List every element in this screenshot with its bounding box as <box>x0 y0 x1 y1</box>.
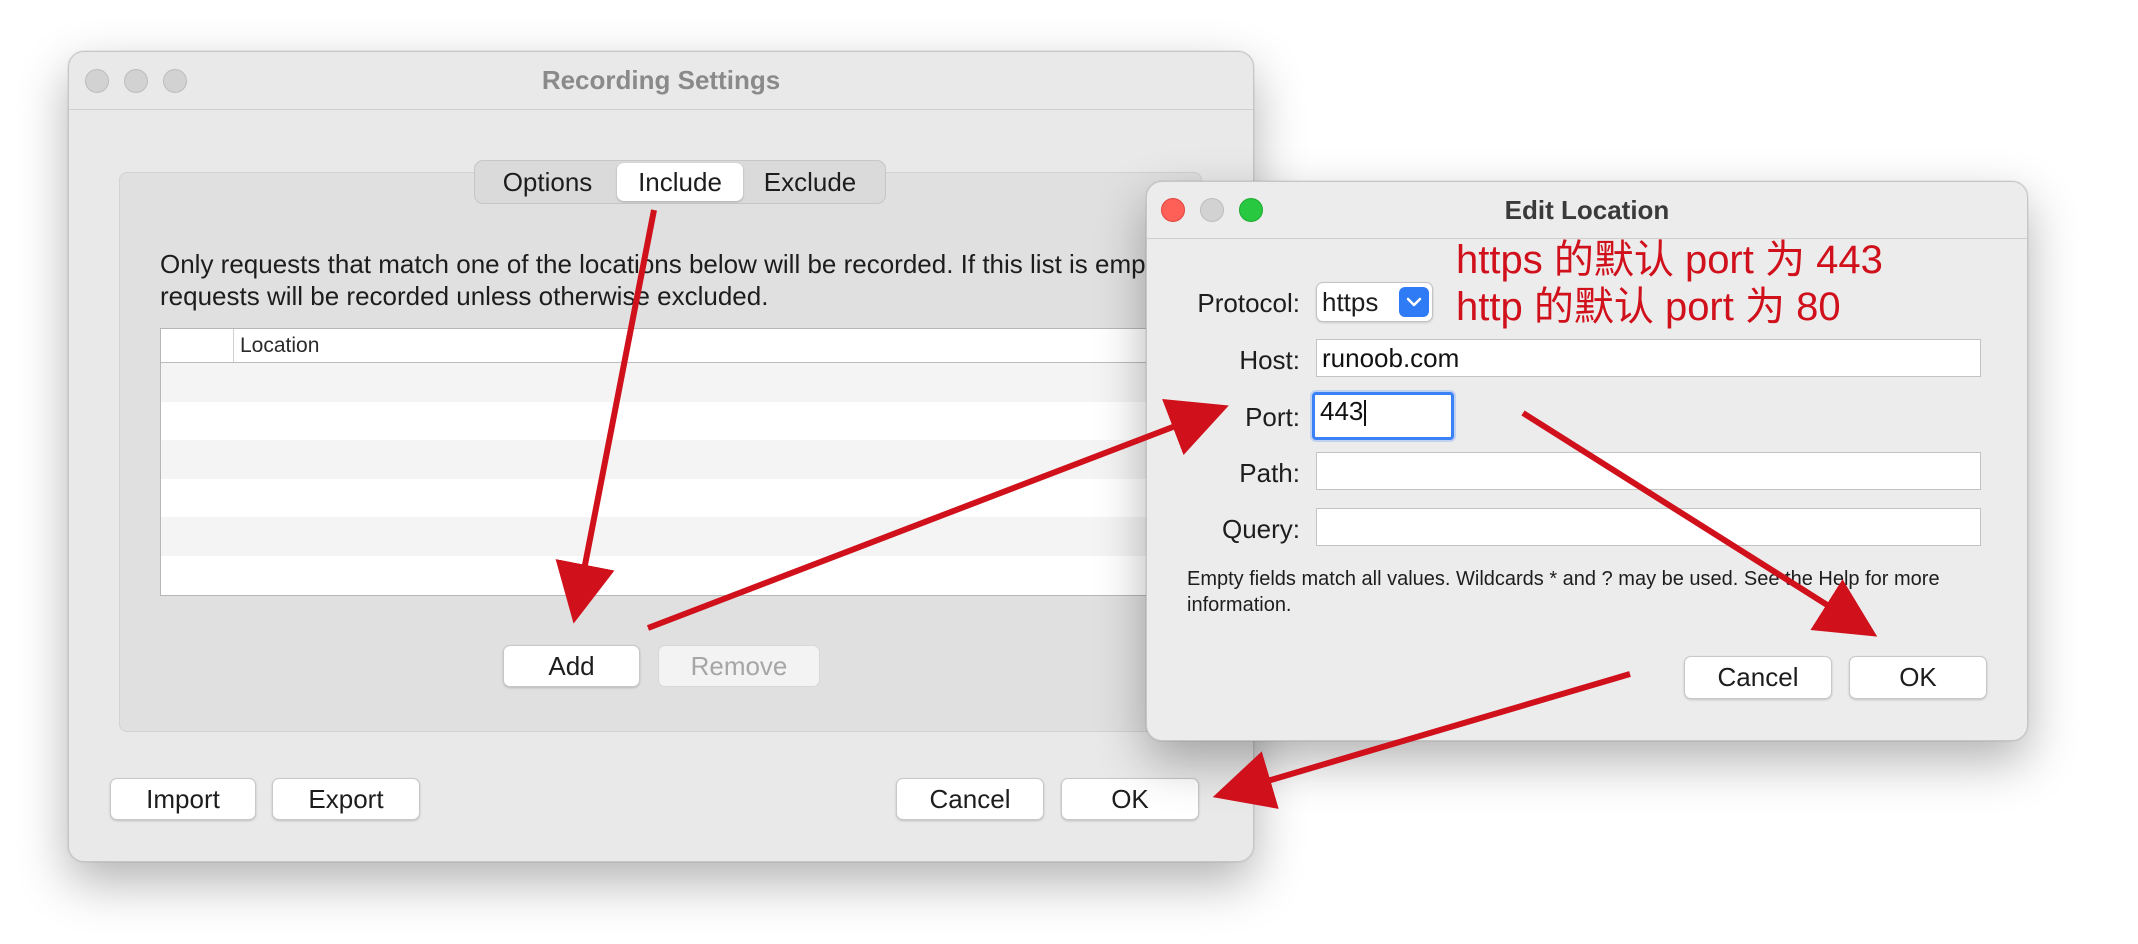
zoom-dialog-button[interactable] <box>1239 198 1263 222</box>
recording-settings-titlebar: Recording Settings <box>69 52 1253 110</box>
table-row[interactable] <box>161 478 1246 518</box>
dialog-title: Edit Location <box>1504 194 1670 225</box>
recording-settings-window: Recording Settings Options Include Exclu… <box>68 51 1254 862</box>
protocol-select[interactable]: https <box>1316 282 1433 322</box>
table-row[interactable] <box>161 440 1246 479</box>
include-description: Only requests that match one of the loca… <box>160 249 1205 311</box>
table-row[interactable] <box>161 401 1246 441</box>
column-header-location[interactable]: Location <box>234 329 319 362</box>
protocol-label: Protocol: <box>1197 288 1300 318</box>
location-table[interactable]: Location <box>160 328 1247 596</box>
chevron-down-icon <box>1399 287 1429 317</box>
window-title: Recording Settings <box>541 65 781 95</box>
table-row[interactable] <box>161 555 1246 595</box>
dialog-window-controls <box>1161 182 1263 238</box>
import-button[interactable]: Import <box>110 778 256 820</box>
host-field[interactable]: runoob.com <box>1316 339 1981 377</box>
column-header-blank[interactable] <box>161 329 234 362</box>
settings-tabs: Options Include Exclude <box>474 160 886 204</box>
edit-location-titlebar: Edit Location <box>1147 182 2027 239</box>
ok-button[interactable]: OK <box>1061 778 1199 820</box>
close-window-button[interactable] <box>85 68 109 93</box>
minimize-dialog-button[interactable] <box>1200 198 1224 222</box>
host-label: Host: <box>1239 345 1300 375</box>
port-field-value: 443 <box>1320 396 1364 426</box>
tab-exclude[interactable]: Exclude <box>743 163 877 201</box>
close-dialog-button[interactable] <box>1161 198 1185 222</box>
path-field[interactable] <box>1316 452 1981 490</box>
window-controls <box>85 52 187 109</box>
query-field[interactable] <box>1316 508 1981 546</box>
minimize-window-button[interactable] <box>124 68 148 93</box>
annotation-line-2: http 的默认 port 为 80 <box>1456 285 1841 329</box>
port-field[interactable]: 443 <box>1312 392 1454 440</box>
add-button[interactable]: Add <box>503 645 640 687</box>
annotation-line-1: https 的默认 port 为 443 <box>1456 238 1883 282</box>
cancel-button[interactable]: Cancel <box>896 778 1044 820</box>
export-button[interactable]: Export <box>272 778 420 820</box>
location-table-header: Location <box>161 329 1246 363</box>
wildcard-note: Empty fields match all values. Wildcards… <box>1187 568 1940 616</box>
dialog-cancel-button[interactable]: Cancel <box>1684 656 1832 699</box>
table-row[interactable] <box>161 517 1246 556</box>
dialog-ok-button[interactable]: OK <box>1849 656 1987 699</box>
path-label: Path: <box>1239 458 1300 488</box>
query-label: Query: <box>1221 514 1300 544</box>
protocol-select-value: https <box>1322 286 1379 317</box>
tab-include[interactable]: Include <box>617 163 743 201</box>
location-table-body <box>161 363 1246 595</box>
port-label: Port: <box>1245 402 1300 432</box>
tab-options[interactable]: Options <box>478 163 617 201</box>
zoom-window-button[interactable] <box>163 68 187 93</box>
remove-button[interactable]: Remove <box>658 645 820 687</box>
text-cursor <box>1364 400 1367 427</box>
table-row[interactable] <box>161 363 1246 402</box>
